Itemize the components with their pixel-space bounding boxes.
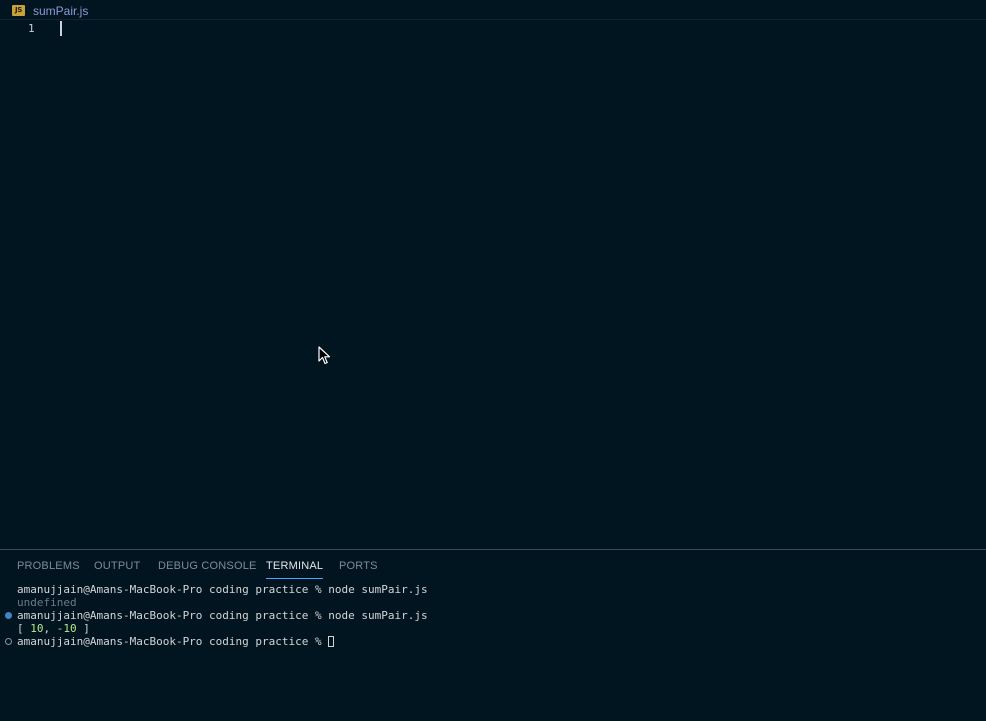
tab-debug-console[interactable]: DEBUG CONSOLE — [158, 560, 257, 578]
command-pending-decoration-icon[interactable] — [5, 638, 12, 645]
editor-tab-label: sumPair.js — [33, 3, 89, 18]
editor-tab-strip: JS sumPair.js — [0, 0, 986, 20]
tab-problems[interactable]: PROBLEMS — [17, 560, 80, 578]
terminal-line: amanujjain@Amans-MacBook-Pro coding prac… — [17, 609, 428, 622]
code-line-1[interactable]: 1 — [0, 21, 986, 36]
terminal-cursor — [328, 636, 335, 647]
line-number: 1 — [28, 22, 35, 35]
tab-ports[interactable]: PORTS — [339, 560, 378, 578]
tab-terminal[interactable]: TERMINAL — [266, 560, 324, 579]
terminal-input-line[interactable]: amanujjain@Amans-MacBook-Pro coding prac… — [17, 635, 335, 648]
terminal-output: undefined — [17, 596, 77, 609]
editor-tab-sumpair[interactable]: JS sumPair.js — [12, 2, 88, 19]
editor-area[interactable]: JS sumPair.js 1 — [0, 0, 986, 549]
terminal-command: node sumPair.js — [328, 609, 428, 622]
panel-tabs: PROBLEMS OUTPUT DEBUG CONSOLE TERMINAL P… — [0, 550, 986, 579]
array-close-bracket: ] — [76, 622, 90, 635]
terminal-prompt: amanujjain@Amans-MacBook-Pro coding prac… — [17, 609, 329, 622]
array-value: -10 — [56, 622, 77, 635]
terminal-command: node sumPair.js — [328, 583, 428, 596]
tab-output[interactable]: OUTPUT — [94, 560, 140, 578]
bottom-panel: PROBLEMS OUTPUT DEBUG CONSOLE TERMINAL P… — [0, 549, 986, 721]
terminal-prompt: amanujjain@Amans-MacBook-Pro coding prac… — [17, 635, 329, 648]
js-file-icon: JS — [12, 5, 25, 16]
command-success-decoration-icon[interactable] — [5, 612, 12, 619]
terminal-line: amanujjain@Amans-MacBook-Pro coding prac… — [17, 583, 428, 596]
text-cursor — [60, 21, 62, 36]
array-value: 10 — [30, 622, 44, 635]
array-open-bracket: [ — [17, 622, 31, 635]
terminal-output-array: [ 10, -10 ] — [17, 622, 90, 635]
array-separator: , — [43, 622, 57, 635]
terminal[interactable]: amanujjain@Amans-MacBook-Pro coding prac… — [0, 583, 986, 718]
mouse-pointer-icon — [318, 346, 331, 365]
terminal-prompt: amanujjain@Amans-MacBook-Pro coding prac… — [17, 583, 329, 596]
